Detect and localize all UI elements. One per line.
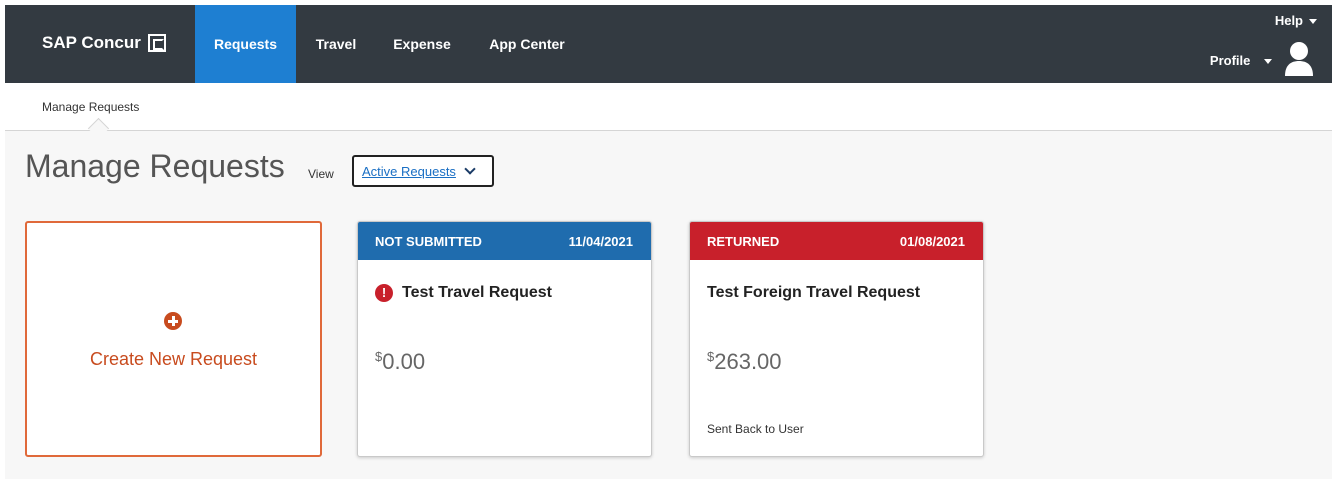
request-date: 11/04/2021 [568, 233, 633, 249]
nav-tab-expense[interactable]: Expense [382, 5, 462, 83]
nav-tab-requests[interactable]: Requests [195, 5, 296, 83]
request-card-header: NOT SUBMITTED 11/04/2021 [358, 222, 651, 260]
amount-value: 263.00 [714, 349, 782, 374]
chevron-down-icon [464, 163, 476, 175]
request-title: Test Foreign Travel Request [707, 284, 921, 301]
request-amount: $263.00 [707, 349, 782, 375]
request-status: RETURNED [707, 233, 780, 249]
request-amount: $0.00 [375, 349, 425, 375]
amount-value: 0.00 [382, 349, 426, 374]
request-status: NOT SUBMITTED [375, 233, 482, 249]
nav-tab-app-center[interactable]: App Center [477, 5, 577, 83]
request-status-note: Sent Back to User [707, 422, 804, 436]
request-card[interactable]: NOT SUBMITTED 11/04/2021 ! Test Travel R… [357, 221, 652, 457]
view-selected-value: Active Requests [362, 163, 456, 179]
request-title: Test Travel Request [402, 284, 552, 301]
nav-tab-label: Expense [393, 36, 451, 52]
profile-label: Profile [1209, 53, 1251, 68]
exclamation-alert-icon: ! [375, 284, 393, 302]
request-title-row: ! Test Travel Request [375, 284, 552, 302]
request-card-header: RETURNED 01/08/2021 [690, 222, 983, 260]
create-new-request-card[interactable]: Create New Request [25, 221, 322, 457]
request-title-row: Test Foreign Travel Request [707, 284, 920, 302]
nav-tab-travel[interactable]: Travel [304, 5, 368, 83]
page-title: Manage Requests [25, 148, 285, 184]
plus-circle-icon [164, 312, 182, 330]
brand-name: SAP Concur [42, 33, 141, 52]
nav-tab-label: Requests [213, 36, 278, 52]
caret-down-icon [1309, 19, 1317, 25]
user-avatar-icon[interactable] [1284, 41, 1314, 77]
caret-down-icon [1264, 59, 1272, 65]
profile-menu[interactable]: Profile [1210, 53, 1272, 68]
view-label: View [308, 167, 334, 181]
request-date: 01/08/2021 [899, 233, 965, 249]
help-menu[interactable]: Help [1275, 13, 1317, 28]
nav-tab-label: App Center [489, 36, 565, 52]
help-label: Help [1274, 13, 1303, 28]
sub-nav-bar: Manage Requests [5, 83, 1332, 131]
nav-tab-label: Travel [315, 36, 357, 52]
view-filter-dropdown[interactable]: Active Requests [352, 155, 494, 187]
brand-logo[interactable]: SAP Concur [42, 33, 166, 53]
create-new-request-label: Create New Request [89, 349, 258, 369]
concur-c-icon [147, 34, 166, 52]
app-frame: SAP Concur Requests Travel Expense App C… [5, 5, 1332, 479]
subnav-item-manage-requests[interactable]: Manage Requests [42, 100, 139, 114]
request-card[interactable]: RETURNED 01/08/2021 Test Foreign Travel … [689, 221, 984, 457]
top-nav-bar: SAP Concur Requests Travel Expense App C… [5, 5, 1332, 83]
